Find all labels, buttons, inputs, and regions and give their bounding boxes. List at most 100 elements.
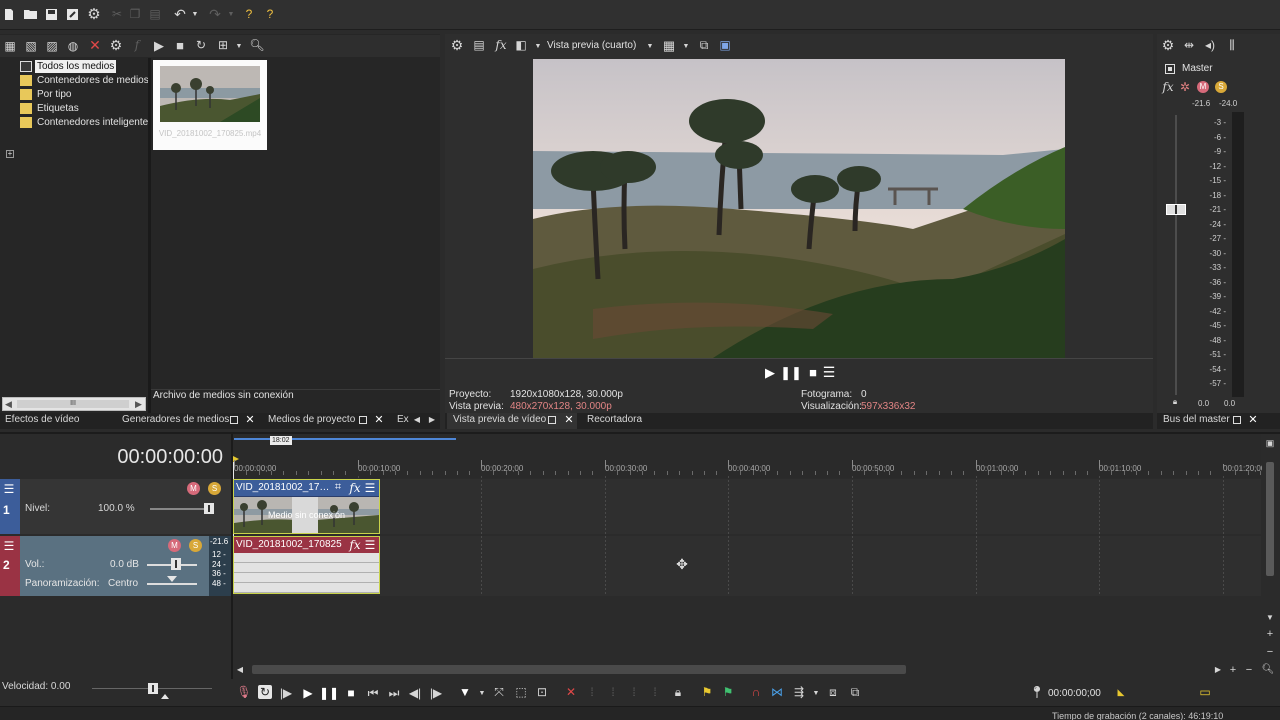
- event-fx-icon[interactable]: fx: [349, 538, 361, 551]
- undock-icon[interactable]: [359, 416, 367, 424]
- whats-this-icon[interactable]: ?: [241, 6, 257, 22]
- lock-event-icon[interactable]: ⧈: [826, 685, 840, 699]
- track-solo-icon[interactable]: S: [189, 539, 202, 552]
- delete-icon[interactable]: ✕: [564, 685, 578, 699]
- zoom-out-vertical-icon[interactable]: −: [1264, 646, 1276, 658]
- tree-horizontal-scrollbar[interactable]: ◀ III ▶: [2, 397, 146, 411]
- help-icon[interactable]: ?: [262, 6, 278, 22]
- tab-explorer[interactable]: Ex: [397, 413, 412, 427]
- stop-icon[interactable]: ■: [344, 686, 358, 700]
- master-fx-icon[interactable]: fx: [1162, 81, 1174, 93]
- undock-icon[interactable]: [230, 416, 238, 424]
- loop-playback-icon[interactable]: ↻: [258, 685, 272, 699]
- pan-slider-handle[interactable]: [167, 576, 177, 582]
- preview-pause-icon[interactable]: ❚❚: [780, 365, 802, 379]
- grid-icon[interactable]: ▦: [662, 38, 676, 52]
- save-as-icon[interactable]: [65, 7, 79, 21]
- tab-project-media[interactable]: Medios de proyecto: [268, 413, 355, 427]
- fx-icon[interactable]: fx: [494, 38, 508, 52]
- auto-preview-icon[interactable]: ↻: [194, 38, 208, 52]
- explorer-play-icon[interactable]: ▶: [152, 38, 166, 52]
- tab-scroll-left-icon[interactable]: ◀: [412, 414, 422, 426]
- preview-menu-icon[interactable]: ☰: [822, 365, 836, 379]
- go-to-start-icon[interactable]: ⏮: [366, 686, 380, 700]
- video-event[interactable]: VID_20181002_17… ⌗ fx ☰ Medio sin conexi…: [233, 479, 380, 534]
- track-menu-icon[interactable]: ☰: [3, 540, 15, 552]
- copy-snapshot-icon[interactable]: ⧉: [697, 38, 711, 52]
- horizontal-scroll-thumb[interactable]: [252, 665, 906, 674]
- event-menu-icon[interactable]: ☰: [364, 538, 376, 551]
- master-solo-icon[interactable]: S: [1215, 81, 1227, 93]
- views-dropdown-icon[interactable]: ▼: [235, 41, 243, 51]
- zoom-tool-select-icon[interactable]: ⊡: [535, 685, 549, 699]
- search-icon[interactable]: 🔍︎: [249, 38, 264, 52]
- scroll-left-icon[interactable]: ◀: [5, 398, 12, 410]
- video-track-lane[interactable]: [233, 479, 1261, 534]
- tab-media-generators[interactable]: Generadores de medios: [122, 413, 229, 427]
- hscroll-left-icon[interactable]: ◀: [235, 664, 245, 676]
- views-icon[interactable]: ⊞: [216, 38, 230, 52]
- close-icon[interactable]: ✕: [1248, 414, 1258, 426]
- media-file-item[interactable]: VID_20181002_170825.mp4: [153, 60, 267, 150]
- tab-video-fx[interactable]: Efectos de vídeo: [5, 413, 80, 427]
- grid-dropdown-icon[interactable]: ▼: [682, 41, 690, 51]
- loop-region[interactable]: [234, 438, 456, 440]
- tree-expand-icon[interactable]: +: [6, 150, 14, 158]
- level-slider-track[interactable]: [150, 508, 210, 510]
- preview-properties-icon[interactable]: ▤: [472, 38, 486, 52]
- preview-settings-icon[interactable]: ⚙: [450, 38, 464, 52]
- get-media-icon[interactable]: ▨: [45, 39, 59, 53]
- settings-icon[interactable]: ⚙: [86, 6, 102, 22]
- audio-event[interactable]: VID_20181002_170825 fx ☰: [233, 536, 380, 594]
- hscroll-right-icon[interactable]: ▶: [1213, 664, 1223, 676]
- tab-scroll-right-icon[interactable]: ▶: [427, 414, 437, 426]
- event-menu-icon[interactable]: ☰: [364, 481, 376, 494]
- scroll-down-icon[interactable]: ▼: [1264, 612, 1276, 624]
- scroll-thumb[interactable]: III: [17, 400, 129, 408]
- normal-edit-tool-icon[interactable]: ▼: [457, 685, 473, 699]
- prev-frame-icon[interactable]: ◀|: [408, 686, 422, 700]
- new-icon[interactable]: [2, 7, 16, 21]
- split-dropdown-icon[interactable]: ▼: [534, 41, 542, 51]
- zoom-out-horizontal-icon[interactable]: −: [1244, 664, 1254, 676]
- mixer-icon[interactable]: ⫼: [1225, 38, 1239, 52]
- vertical-scroll-thumb[interactable]: [1266, 462, 1274, 576]
- capture-icon[interactable]: ▧: [24, 39, 38, 53]
- tab-trimmer[interactable]: Recortadora: [587, 413, 642, 427]
- auto-crossfade-icon[interactable]: ⋈: [770, 685, 784, 699]
- preview-play-icon[interactable]: ▶: [763, 365, 777, 379]
- play-icon[interactable]: ▶: [301, 686, 315, 700]
- zoom-in-horizontal-icon[interactable]: +: [1228, 664, 1238, 676]
- dim-output-icon[interactable]: ◂): [1203, 38, 1217, 52]
- event-fx-icon[interactable]: fx: [349, 481, 361, 494]
- properties-icon[interactable]: ⚙: [109, 38, 123, 52]
- undo-dropdown-icon[interactable]: ▼: [191, 9, 199, 19]
- master-snowflake-icon[interactable]: ✲: [1179, 81, 1191, 93]
- quality-dropdown-icon[interactable]: ▼: [646, 41, 654, 51]
- tab-master-bus[interactable]: Bus del master: [1163, 413, 1230, 427]
- next-frame-icon[interactable]: |▶: [429, 686, 443, 700]
- scroll-right-icon[interactable]: ▶: [135, 398, 142, 410]
- track-menu-icon[interactable]: ☰: [3, 483, 15, 495]
- remove-media-icon[interactable]: ✕: [88, 38, 102, 52]
- track-solo-icon[interactable]: S: [208, 482, 221, 495]
- media-fx-icon[interactable]: ◍: [66, 39, 80, 53]
- tab-video-preview[interactable]: Vista previa de vídeo: [453, 413, 546, 427]
- close-icon[interactable]: ✕: [564, 414, 574, 426]
- master-mute-icon[interactable]: M: [1197, 81, 1209, 93]
- speed-slider-handle[interactable]: [148, 683, 158, 694]
- track-mute-icon[interactable]: M: [187, 482, 200, 495]
- scroll-top-icon[interactable]: ▣: [1264, 437, 1276, 449]
- audio-track-header[interactable]: ☰ 2 M S Vol.: 0.0 dB Panoramización: Cen…: [0, 536, 231, 596]
- open-icon[interactable]: [22, 7, 38, 21]
- undock-icon[interactable]: [1233, 416, 1241, 424]
- record-icon[interactable]: 🎙︎: [236, 685, 251, 699]
- master-settings-icon[interactable]: ⚙: [1161, 38, 1175, 52]
- play-from-start-icon[interactable]: |▶: [279, 686, 293, 700]
- event-pan-crop-icon[interactable]: ⌗: [332, 481, 344, 494]
- explorer-stop-icon[interactable]: ■: [173, 38, 187, 52]
- pause-icon[interactable]: ❚❚: [319, 686, 339, 700]
- master-fader-handle[interactable]: [1166, 204, 1186, 215]
- lock-icon[interactable]: 🔒︎: [1170, 397, 1180, 407]
- undo-icon[interactable]: ↶: [172, 6, 188, 22]
